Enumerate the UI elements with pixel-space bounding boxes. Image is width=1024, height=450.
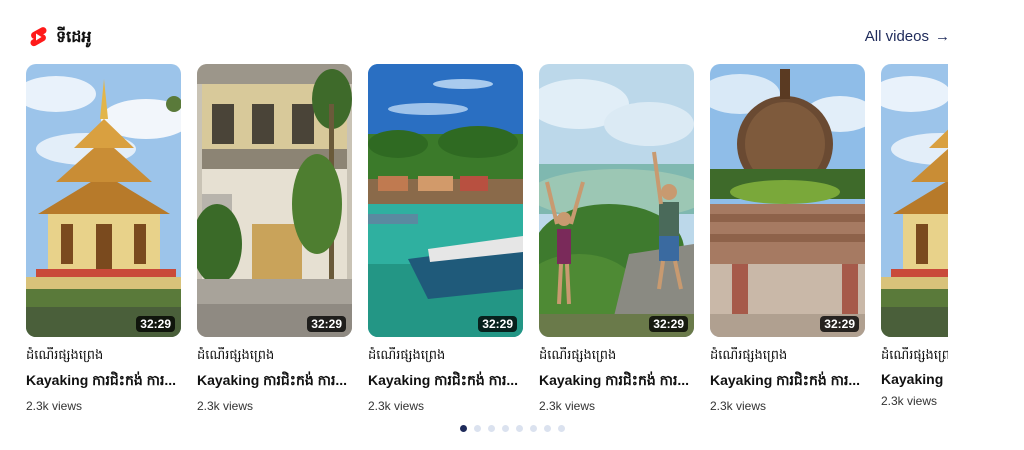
video-thumbnail[interactable]: 32:29 <box>539 64 694 337</box>
video-card[interactable]: 32:29 ដំណើរផ្សងព្រេង Kayaking ការជិះកង់ … <box>368 64 523 414</box>
video-card[interactable]: 32:29 ដំណើរផ្សងព្រេង Kayaking ការជិះកង់ … <box>197 64 352 414</box>
video-title-khmer: ដំណើរផ្សងព្រេង <box>26 348 104 363</box>
video-title[interactable]: Kayaking ការជិះកង់ ការ... <box>26 371 181 392</box>
video-thumbnail[interactable] <box>881 64 948 337</box>
video-title-khmer: ដំណើរផ្សងព្រេង <box>539 348 617 363</box>
pagination-dot[interactable] <box>515 425 523 432</box>
fishing-village-thumbnail-image <box>368 64 523 337</box>
section-title: ទីដេអូ <box>56 27 92 46</box>
all-videos-link[interactable]: All videos → <box>865 28 950 45</box>
pagination-dot[interactable] <box>473 425 481 432</box>
video-views: 2.3k views <box>710 399 767 413</box>
video-thumbnail[interactable]: 32:29 <box>26 64 181 337</box>
video-duration: 32:29 <box>307 316 346 332</box>
video-thumbnail[interactable]: 32:29 <box>368 64 523 337</box>
video-duration: 32:29 <box>820 316 859 332</box>
pagination-dot[interactable] <box>543 425 551 432</box>
pagination-dot[interactable] <box>487 425 495 432</box>
video-duration: 32:29 <box>478 316 517 332</box>
arrow-right-icon: → <box>935 28 950 45</box>
video-thumbnail[interactable]: 32:29 <box>710 64 865 337</box>
video-views: 2.3k views <box>539 399 596 413</box>
video-title-khmer: ដំណើរផ្សងព្រេង <box>368 348 446 363</box>
video-duration: 32:29 <box>136 316 175 332</box>
durian-monument-thumbnail-image <box>710 64 865 337</box>
video-views: 2.3k views <box>881 394 938 408</box>
video-views: 2.3k views <box>197 399 254 413</box>
video-title[interactable]: Kayaking ការជិះកង់ ការ... <box>539 371 694 392</box>
video-card[interactable]: ដំណើរផ្សងព្រេង Kayaking 2.3k views <box>881 64 948 414</box>
section-header: ទីដេអូ All videos → <box>28 26 950 50</box>
pagination-dot[interactable] <box>529 425 537 432</box>
pagination-dot[interactable] <box>557 425 565 432</box>
video-title-khmer: ដំណើរផ្សងព្រេង <box>197 348 275 363</box>
youtube-shorts-icon <box>28 26 48 48</box>
video-title-khmer: ដំណើរផ្សងព្រេង <box>710 348 788 363</box>
video-title[interactable]: Kayaking ការជិះកង់ ការ... <box>197 371 352 392</box>
pagination-dot[interactable] <box>501 425 509 432</box>
all-videos-label: All videos <box>864 28 929 45</box>
video-card[interactable]: 32:29 ដំណើរផ្សងព្រេង Kayaking ការជិះកង់ … <box>710 64 865 414</box>
hikers-thumbnail-image <box>539 64 694 337</box>
video-views: 2.3k views <box>26 399 83 413</box>
video-title[interactable]: Kayaking ការជិះកង់ ការ... <box>710 371 865 392</box>
video-title[interactable]: Kayaking <box>881 371 948 387</box>
temple-thumbnail-image <box>881 64 948 337</box>
video-carousel[interactable]: 32:29 ដំណើរផ្សងព្រេង Kayaking ការជិះកង់ … <box>26 64 948 414</box>
temple-thumbnail-image <box>26 64 181 337</box>
section-brand: ទីដេអូ <box>28 26 92 48</box>
colonial-house-thumbnail-image <box>197 64 352 337</box>
video-card[interactable]: 32:29 ដំណើរផ្សងព្រេង Kayaking ការជិះកង់ … <box>26 64 181 414</box>
video-card[interactable]: 32:29 ដំណើរផ្សងព្រេង Kayaking ការជិះកង់ … <box>539 64 694 414</box>
video-title-khmer: ដំណើរផ្សងព្រេង <box>881 348 948 363</box>
video-views: 2.3k views <box>368 399 425 413</box>
video-thumbnail[interactable]: 32:29 <box>197 64 352 337</box>
carousel-pagination <box>0 425 1024 432</box>
video-title[interactable]: Kayaking ការជិះកង់ ការ... <box>368 371 523 392</box>
video-duration: 32:29 <box>649 316 688 332</box>
pagination-dot-active[interactable] <box>459 425 467 432</box>
